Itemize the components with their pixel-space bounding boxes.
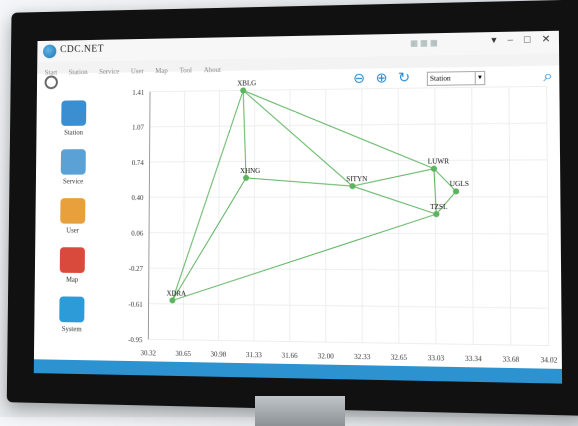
x-tick-label: 32.33 xyxy=(354,354,371,362)
satellite-icon xyxy=(61,149,86,175)
y-tick-label: 0.74 xyxy=(132,160,145,167)
station-label: SITYN xyxy=(346,176,367,183)
x-tick-label: 30.32 xyxy=(140,350,156,357)
station-node xyxy=(453,188,459,194)
station-node xyxy=(349,183,355,189)
x-tick-label: 34.02 xyxy=(540,357,558,365)
station-label: XDRA xyxy=(167,290,187,297)
edge-line xyxy=(246,178,352,187)
x-tick-label: 30.65 xyxy=(175,351,191,358)
map-pin-icon xyxy=(60,247,85,273)
sidebar-item-label: Service xyxy=(45,177,101,185)
edge-line xyxy=(352,186,436,214)
station-node xyxy=(169,297,175,303)
grid-line xyxy=(472,87,473,344)
y-tick-label: 1.41 xyxy=(132,90,144,97)
grid-line xyxy=(149,268,548,271)
grid-line xyxy=(149,233,548,234)
users-icon xyxy=(60,198,85,224)
settings-gear-icon[interactable] xyxy=(45,75,58,89)
edge-line xyxy=(243,90,246,178)
station-label: UGLS xyxy=(450,181,469,188)
window-controls: ▾ – □ ✕ xyxy=(483,34,551,46)
sidebar-item-label: Map xyxy=(44,276,100,284)
x-tick-label: 33.34 xyxy=(465,356,482,364)
tray-icons: ▦ ▦ ▦ xyxy=(410,38,438,48)
x-tick-label: 31.33 xyxy=(246,352,262,360)
grid-line xyxy=(150,86,547,91)
x-tick-label: 31.66 xyxy=(282,352,299,360)
sidebar-item-service[interactable]: Service xyxy=(45,149,101,185)
cube-icon xyxy=(59,296,84,322)
station-node xyxy=(431,166,437,172)
menu-arrow-icon[interactable]: ▾ xyxy=(491,35,496,46)
app-logo-icon xyxy=(43,45,56,59)
y-tick-label: 0.06 xyxy=(131,230,144,237)
edge-line xyxy=(243,88,434,170)
grid-line xyxy=(149,304,549,309)
x-tick-label: 30.98 xyxy=(211,351,227,358)
station-label: XHNG xyxy=(240,168,260,175)
y-tick-label: -0.27 xyxy=(129,266,144,273)
network-chart: 1.41 1.07 0.74 0.40 0.06 -0.27 -0.61 -0.95 30.32… xyxy=(109,76,560,377)
y-axis xyxy=(148,92,150,340)
app-title: CDC.NET xyxy=(60,44,104,55)
x-tick-label: 33.68 xyxy=(503,356,520,364)
y-tick-label: 0.40 xyxy=(131,195,144,202)
sidebar-item-user[interactable]: User xyxy=(45,198,101,234)
y-tick-label: -0.95 xyxy=(128,337,143,344)
sidebar-item-map[interactable]: Map xyxy=(44,247,100,284)
x-tick-label: 32.65 xyxy=(391,354,408,362)
y-tick-label: 1.07 xyxy=(132,125,144,132)
close-button[interactable]: ✕ xyxy=(541,34,550,45)
station-label: LUWR xyxy=(428,158,450,165)
station-node xyxy=(433,211,439,217)
x-tick-label: 32.00 xyxy=(318,353,335,361)
sidebar-item-station[interactable]: Station xyxy=(46,100,102,137)
grid-line xyxy=(148,339,548,345)
x-tick-label: 33.03 xyxy=(428,355,445,363)
monitor: CDC.NET ▦ ▦ ▦ ▾ – □ ✕ Start Station Serv… xyxy=(0,0,578,417)
grid-line xyxy=(547,86,549,345)
grid-line xyxy=(398,88,399,343)
sidebar-item-label: System xyxy=(44,325,100,334)
grid-line xyxy=(509,87,511,345)
sidebar-item-label: Station xyxy=(46,128,101,136)
sidebar-item-system[interactable]: System xyxy=(44,296,100,333)
edge-line xyxy=(172,214,436,304)
minimize-button[interactable]: – xyxy=(508,35,513,46)
station-label: XBLG xyxy=(237,80,256,87)
monitor-stand xyxy=(255,396,345,426)
grid-line xyxy=(150,123,547,127)
grid-line xyxy=(218,91,219,341)
sidebar-item-label: User xyxy=(45,227,101,235)
monitor-bezel: CDC.NET ▦ ▦ ▦ ▾ – □ ✕ Start Station Serv… xyxy=(7,0,578,416)
y-tick-label: -0.61 xyxy=(128,301,143,308)
edge-line xyxy=(172,90,243,301)
grid-line xyxy=(254,90,255,341)
sidebar: Station Service User Map System xyxy=(44,100,102,356)
antenna-icon xyxy=(61,100,86,126)
chart-svg: 1.41 1.07 0.74 0.40 0.06 -0.27 -0.61 -0.95 30.32… xyxy=(109,76,560,377)
station-node xyxy=(243,175,249,181)
station-label: TZSL xyxy=(430,204,447,211)
grid-line xyxy=(150,160,548,162)
maximize-button[interactable]: □ xyxy=(524,34,530,45)
app-window: CDC.NET ▦ ▦ ▦ ▾ – □ ✕ Start Station Serv… xyxy=(34,31,562,384)
grid-line xyxy=(183,91,184,340)
